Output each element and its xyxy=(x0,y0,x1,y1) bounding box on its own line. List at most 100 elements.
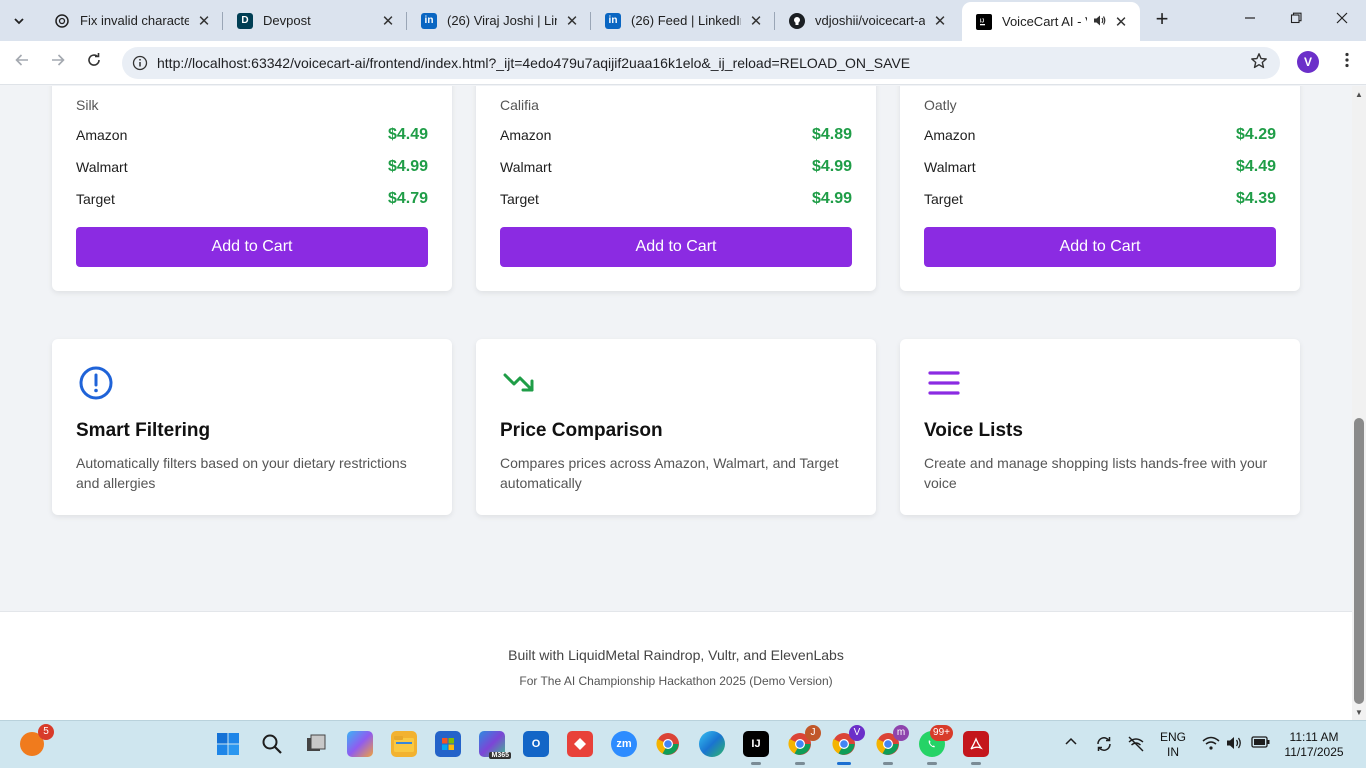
scrollbar-thumb[interactable] xyxy=(1354,418,1364,704)
search-icon[interactable] xyxy=(259,731,285,757)
acrobat-icon[interactable] xyxy=(963,731,989,765)
intellij-icon[interactable]: IJ xyxy=(743,731,769,765)
store-name: Amazon xyxy=(924,127,976,143)
store-name: Amazon xyxy=(500,127,552,143)
store-name: Target xyxy=(924,191,963,207)
tab-title: Devpost xyxy=(263,13,311,28)
battery-icon[interactable] xyxy=(1251,735,1271,753)
file-explorer-icon[interactable] xyxy=(391,731,417,757)
edge-icon[interactable] xyxy=(699,731,725,757)
bookmark-star-icon[interactable] xyxy=(1250,52,1268,75)
feature-description: Create and manage shopping lists hands-f… xyxy=(924,455,1268,491)
store-name: Walmart xyxy=(76,159,128,175)
intellij-icon: IJ xyxy=(976,13,992,30)
store-price: $4.99 xyxy=(811,158,852,175)
url-text[interactable]: http://localhost:63342/voicecart-ai/fron… xyxy=(157,55,910,71)
feature-title: Smart Filtering xyxy=(76,420,211,441)
footer-credits: Built with LiquidMetal Raindrop, Vultr, … xyxy=(508,647,844,663)
chevron-down-icon xyxy=(14,18,24,25)
arrow-right-icon xyxy=(52,54,65,66)
tab-linkedin-profile[interactable]: in (26) Viraj Joshi | Linke ✕ xyxy=(407,0,591,41)
browser-toolbar: http://localhost:63342/voicecart-ai/fron… xyxy=(0,41,1366,85)
tab-title: VoiceCart AI - Vo xyxy=(1002,14,1087,29)
devpost-icon: D xyxy=(237,12,253,29)
clock-date: 11/17/2025 xyxy=(1284,745,1344,759)
address-bar[interactable]: http://localhost:63342/voicecart-ai/fron… xyxy=(122,47,1280,79)
wifi-icon[interactable] xyxy=(1202,735,1220,755)
browser-menu-icon[interactable] xyxy=(1340,52,1354,74)
new-tab-button[interactable]: + xyxy=(1150,8,1174,32)
tab-devpost[interactable]: D Devpost ✕ xyxy=(223,0,407,41)
product-card: Silk Amazon $4.49 Walmart $4.99 Target $… xyxy=(52,86,452,291)
feature-title: Price Comparison xyxy=(500,420,663,441)
outlook-icon[interactable]: O xyxy=(523,731,549,757)
chevron-up-icon[interactable] xyxy=(1064,735,1078,753)
feature-description: Automatically filters based on your diet… xyxy=(76,455,407,491)
product-card: Oatly Amazon $4.29 Walmart $4.49 Target … xyxy=(900,86,1300,291)
copilot-icon[interactable] xyxy=(347,731,373,757)
tab-search-button[interactable] xyxy=(6,8,32,34)
page-scrollbar[interactable]: ▲ ▼ xyxy=(1352,86,1366,720)
close-icon[interactable]: ✕ xyxy=(563,12,581,30)
site-info-icon[interactable] xyxy=(130,53,150,73)
price-row: Target $4.39 xyxy=(924,189,1276,209)
linkedin-icon: in xyxy=(421,12,437,29)
chrome-profile-m-icon[interactable]: m xyxy=(875,725,909,765)
minimize-button[interactable] xyxy=(1230,6,1270,34)
windows-start-icon[interactable] xyxy=(215,731,241,757)
restore-button[interactable] xyxy=(1276,6,1316,34)
microsoft-store-icon[interactable] xyxy=(435,731,461,757)
notification-app-icon[interactable]: 5 xyxy=(20,724,54,756)
tab-title: (26) Viraj Joshi | Linke xyxy=(447,13,557,28)
store-price: $4.39 xyxy=(1235,190,1276,207)
sync-icon[interactable] xyxy=(1095,735,1113,757)
git-app-icon[interactable] xyxy=(567,731,593,757)
back-button[interactable] xyxy=(8,49,36,77)
feature-card-voice-lists: Voice Lists Create and manage shopping l… xyxy=(900,339,1300,515)
store-price: $4.49 xyxy=(387,126,428,143)
reload-icon xyxy=(88,53,100,66)
tab-openai[interactable]: Fix invalid character e ✕ xyxy=(40,0,223,41)
profile-avatar[interactable]: V xyxy=(1297,51,1319,73)
input-language-indicator[interactable]: ENG IN xyxy=(1158,730,1188,760)
whatsapp-icon[interactable]: 99+ xyxy=(919,725,953,765)
windows-taskbar: 5 M365 O zm IJ J V m 99+ ENG IN 11:11 AM… xyxy=(0,720,1366,768)
zoom-icon[interactable]: zm xyxy=(611,731,637,757)
close-icon[interactable]: ✕ xyxy=(931,12,949,30)
add-to-cart-button[interactable]: Add to Cart xyxy=(500,227,852,267)
scroll-up-arrow-icon[interactable]: ▲ xyxy=(1352,88,1366,102)
store-name: Target xyxy=(500,191,539,207)
alert-circle-icon xyxy=(79,366,113,400)
close-icon[interactable]: ✕ xyxy=(195,12,213,30)
add-to-cart-button[interactable]: Add to Cart xyxy=(76,227,428,267)
volume-icon[interactable] xyxy=(1226,735,1244,755)
speaker-icon[interactable] xyxy=(1093,14,1106,30)
tab-linkedin-feed[interactable]: in (26) Feed | LinkedIn ✕ xyxy=(591,0,775,41)
reload-button[interactable] xyxy=(80,49,108,77)
running-indicator xyxy=(837,762,851,765)
price-row: Amazon $4.29 xyxy=(924,125,1276,145)
tab-voicecart[interactable]: IJ VoiceCart AI - Vo ✕ xyxy=(962,2,1140,41)
close-icon[interactable]: ✕ xyxy=(747,12,765,30)
forward-button[interactable] xyxy=(44,49,72,77)
running-indicator xyxy=(971,762,981,765)
close-icon[interactable]: ✕ xyxy=(379,12,397,30)
microsoft-365-icon[interactable]: M365 xyxy=(479,731,511,759)
store-price: $4.89 xyxy=(811,126,852,143)
store-price: $4.99 xyxy=(811,190,852,207)
close-icon[interactable]: ✕ xyxy=(1112,13,1130,31)
clock[interactable]: 11:11 AM 11/17/2025 xyxy=(1280,730,1348,760)
language-code: ENG xyxy=(1159,730,1186,744)
product-brand: Oatly xyxy=(924,97,957,113)
add-to-cart-button[interactable]: Add to Cart xyxy=(924,227,1276,267)
chrome-profile-j-icon[interactable]: J xyxy=(787,725,821,765)
close-window-button[interactable] xyxy=(1322,6,1362,34)
price-row: Amazon $4.49 xyxy=(76,125,428,145)
scroll-down-arrow-icon[interactable]: ▼ xyxy=(1352,706,1366,720)
task-view-icon[interactable] xyxy=(303,731,329,757)
network-disconnected-icon[interactable] xyxy=(1127,735,1145,757)
chrome-icon[interactable] xyxy=(655,731,681,757)
openai-icon xyxy=(54,13,70,29)
chrome-profile-v-icon[interactable]: V xyxy=(831,725,865,765)
tab-github[interactable]: vdjoshii/voicecart-ai: ✕ xyxy=(775,0,959,41)
